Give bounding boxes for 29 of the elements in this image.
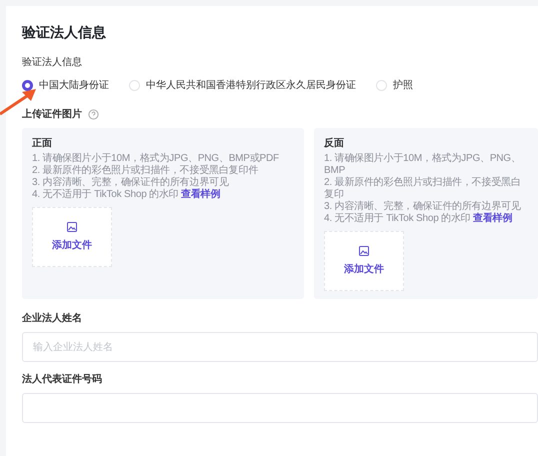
card-title: 反面 <box>324 136 345 151</box>
card-title: 正面 <box>32 137 53 151</box>
text-field[interactable] <box>22 393 538 423</box>
field-label: 上传证件图片 <box>22 108 82 122</box>
radio-option[interactable]: 中华人民共和国香港特别行政区永久居民身份证 <box>129 78 356 93</box>
radio-icon <box>129 80 140 91</box>
image-icon <box>67 222 77 232</box>
add-file-button[interactable]: 添加文件 <box>324 231 404 291</box>
section-title: 验证法人信息 <box>22 23 107 42</box>
field-label: 验证法人信息 <box>22 56 83 70</box>
help-icon[interactable] <box>88 109 99 120</box>
view-example-link[interactable]: 查看样例 <box>473 213 512 224</box>
radio-icon <box>376 80 387 91</box>
rule-text: 3. 内容清晰、完整，确保证件的所有边界可见 <box>324 201 522 212</box>
field-label: 法人代表证件号码 <box>22 372 103 387</box>
rule-text: 1. 请确保图片小于10M，格式为JPG、PNG、BMP或PDF <box>32 153 280 164</box>
rule-text: 4. 无不适用于 TikTok Shop 的水印 查看样例 <box>324 213 514 225</box>
rule-text: 1. 请确保图片小于10M，格式为JPG、PNG、BMP <box>324 153 522 176</box>
field-label: 企业法人姓名 <box>22 312 83 326</box>
rule-text: 2. 最新原件的彩色照片或扫描件，不接受黑白复印 <box>324 177 522 200</box>
radio-option[interactable]: 护照 <box>376 78 413 93</box>
rule-text: 2. 最新原件的彩色照片或扫描件，不接受黑白复印件 <box>32 165 260 176</box>
rule-text: 4. 无不适用于 TikTok Shop 的水印 查看样例 <box>32 189 222 201</box>
view-example-link[interactable]: 查看样例 <box>181 189 220 200</box>
image-icon <box>359 246 369 256</box>
add-file-button[interactable]: 添加文件 <box>32 207 112 267</box>
radio-icon <box>22 80 33 91</box>
rule-text: 3. 内容清晰、完整，确保证件的所有边界可见 <box>32 177 230 188</box>
text-field[interactable]: 输入企业法人姓名 <box>22 332 538 362</box>
